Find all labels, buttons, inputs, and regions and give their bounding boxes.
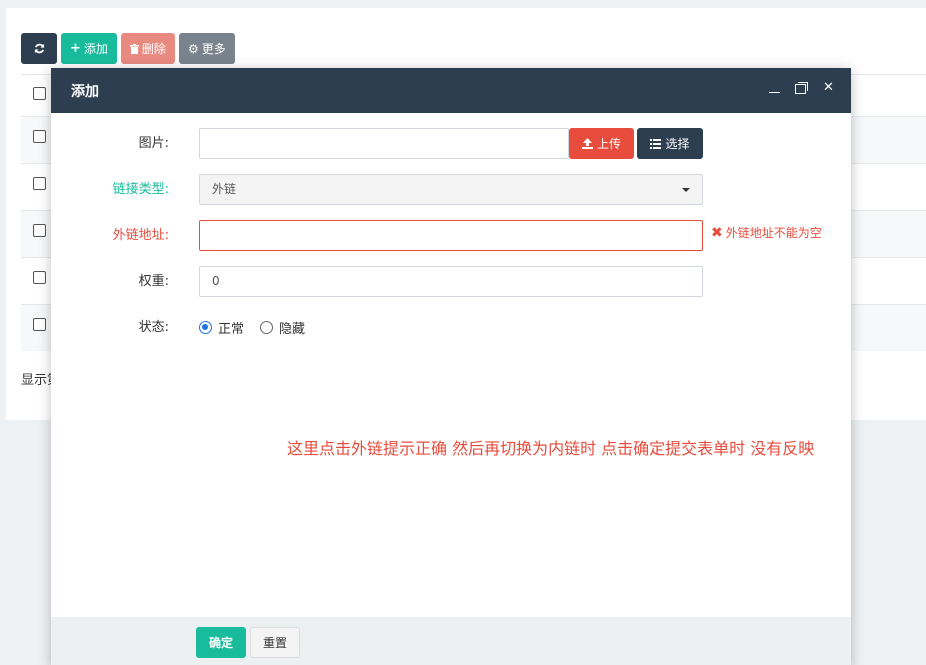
toolbar: + 添加 删除 ⚙ 更多 — [21, 33, 235, 64]
add-button[interactable]: + 添加 — [61, 33, 117, 64]
choose-button-label: 选择 — [665, 137, 690, 151]
more-button-label: 更多 — [201, 42, 226, 56]
link-type-row: 链接类型: 外链 — [51, 174, 851, 205]
status-radio-normal[interactable] — [199, 321, 212, 334]
status-radio-group: 正常 隐藏 — [199, 312, 315, 343]
delete-button[interactable]: 删除 — [120, 33, 175, 64]
dialog-footer: 确定 重置 — [51, 617, 851, 665]
link-type-value: 外链 — [212, 182, 237, 196]
delete-button-label: 删除 — [141, 42, 166, 56]
dialog-header: 添加 ✕ — [51, 68, 851, 113]
maximize-icon[interactable] — [795, 81, 808, 94]
image-label: 图片: — [138, 136, 169, 151]
dialog-controls: ✕ — [768, 81, 835, 94]
more-button[interactable]: ⚙ 更多 — [178, 33, 235, 64]
image-row: 图片: 上传 选择 — [51, 128, 851, 159]
link-type-select[interactable]: 外链 — [199, 174, 703, 205]
add-dialog: 添加 ✕ 图片: 上传 选择 链接类型: 外链 外链地址: ✖ 外链地址不能为空… — [51, 68, 851, 665]
link-url-row: 外链地址: ✖ 外链地址不能为空 — [51, 220, 851, 251]
image-input[interactable] — [199, 128, 569, 159]
list-icon — [650, 138, 662, 149]
status-radio-hidden[interactable] — [260, 321, 274, 334]
row-checkbox[interactable] — [33, 271, 46, 284]
select-all-checkbox[interactable] — [33, 87, 46, 100]
reset-button[interactable]: 重置 — [250, 627, 300, 658]
error-x-icon: ✖ — [711, 225, 723, 241]
trash-icon — [129, 43, 139, 54]
status-label: 状态: — [138, 320, 169, 335]
caret-down-icon — [682, 188, 690, 192]
row-checkbox[interactable] — [33, 130, 46, 143]
row-checkbox[interactable] — [33, 318, 46, 331]
annotation-note: 这里点击外链提示正确 然后再切换为内链时 点击确定提交表单时 没有反映 — [287, 439, 815, 458]
add-button-label: 添加 — [83, 42, 108, 56]
link-url-error-text: 外链地址不能为空 — [725, 226, 822, 240]
plus-icon: + — [70, 41, 81, 56]
refresh-button[interactable] — [21, 33, 57, 64]
link-type-label: 链接类型: — [112, 182, 169, 197]
refresh-icon — [34, 43, 44, 54]
status-option-normal-label: 正常 — [218, 322, 245, 337]
row-checkbox[interactable] — [33, 177, 46, 190]
close-icon[interactable]: ✕ — [822, 81, 835, 94]
upload-button[interactable]: 上传 — [569, 128, 634, 159]
upload-icon — [581, 138, 593, 149]
status-option-hidden-label: 隐藏 — [279, 322, 306, 337]
choose-button[interactable]: 选择 — [637, 128, 703, 159]
confirm-button[interactable]: 确定 — [196, 627, 246, 658]
weight-label: 权重: — [138, 274, 169, 289]
dialog-title: 添加 — [71, 83, 99, 100]
minimize-icon[interactable] — [768, 81, 781, 94]
link-url-input[interactable] — [199, 220, 703, 251]
weight-row: 权重: 0 — [51, 266, 851, 297]
link-url-error: ✖ 外链地址不能为空 — [711, 220, 822, 247]
link-url-label: 外链地址: — [112, 228, 169, 243]
status-row: 状态: 正常 隐藏 — [51, 312, 851, 343]
row-checkbox[interactable] — [33, 224, 46, 237]
gear-icon: ⚙ — [187, 41, 199, 56]
weight-input[interactable]: 0 — [199, 266, 703, 297]
upload-button-label: 上传 — [596, 137, 621, 151]
